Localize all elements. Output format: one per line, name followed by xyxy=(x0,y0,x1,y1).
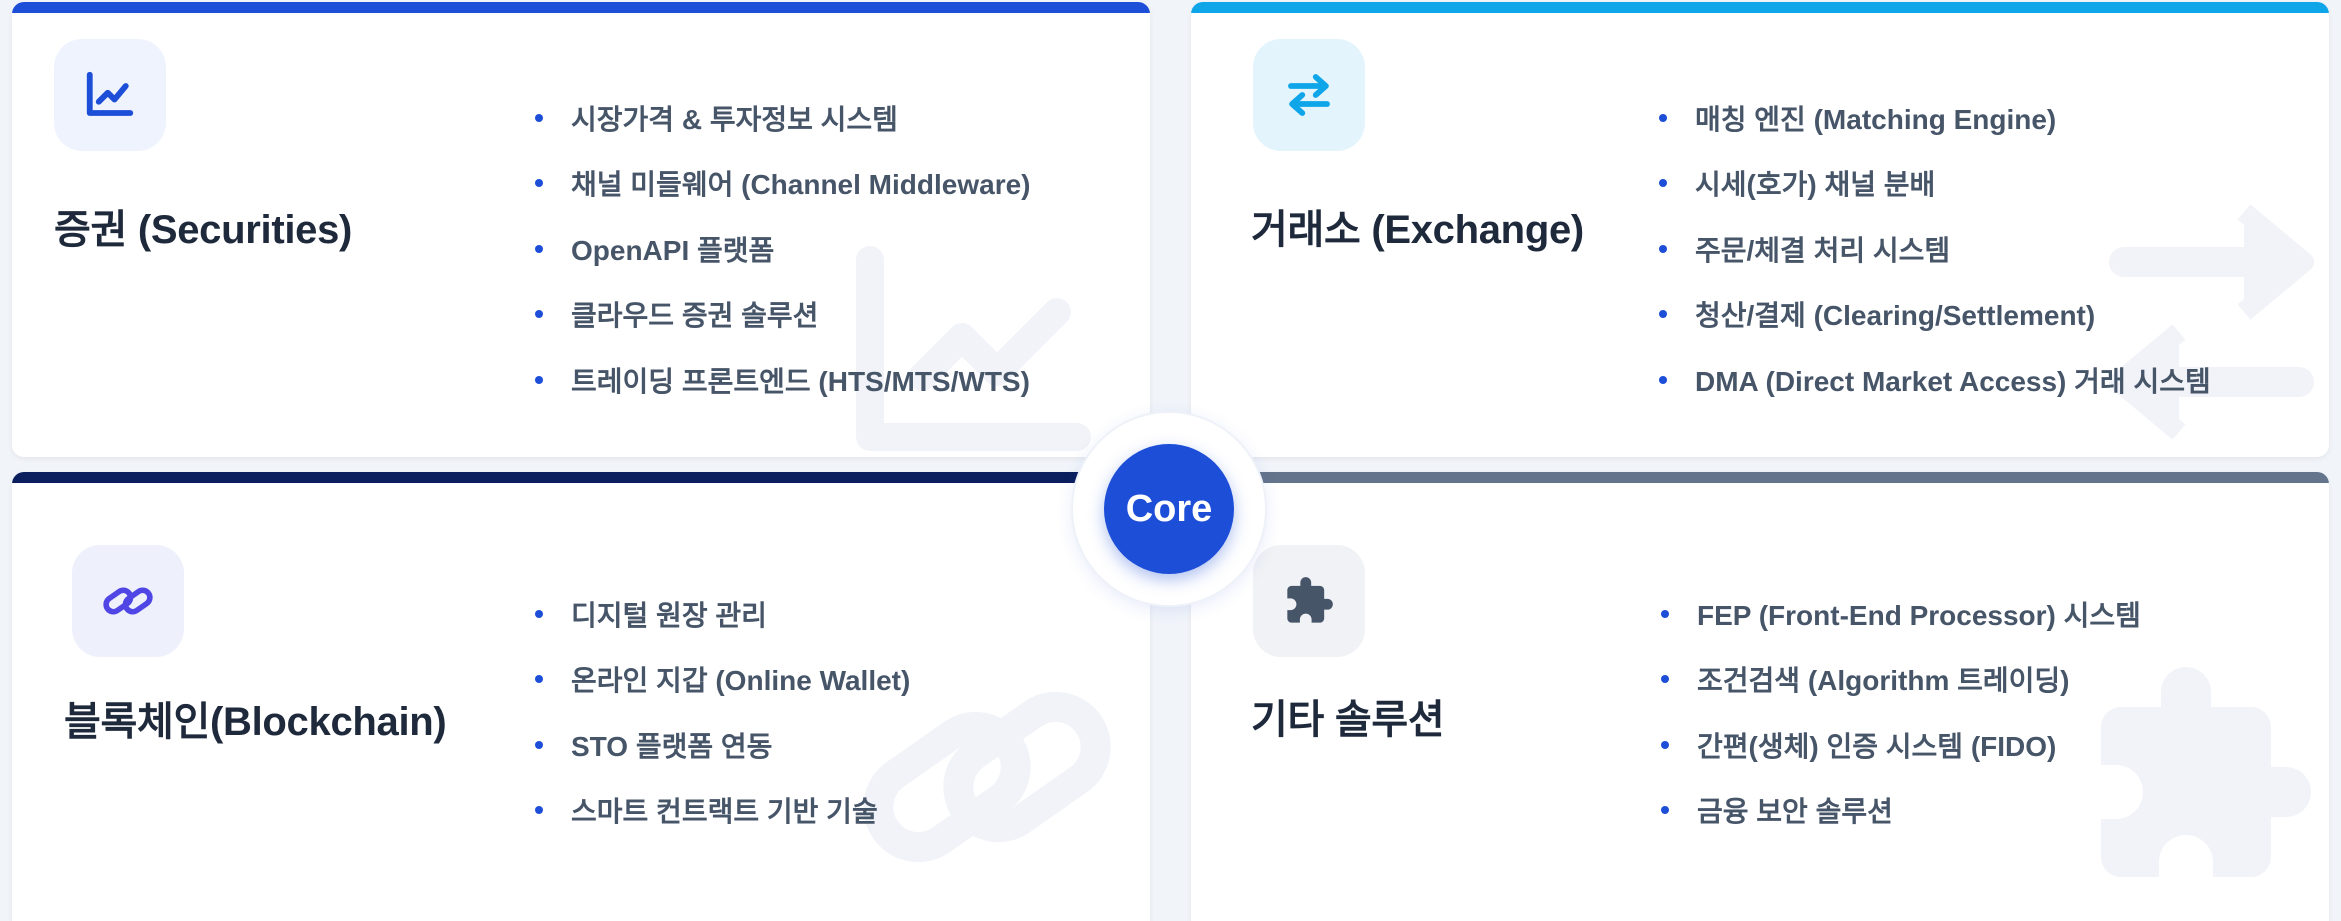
other-accent-bar xyxy=(1191,472,2329,483)
blockchain-list: 디지털 원장 관리 온라인 지갑 (Online Wallet) STO 플랫폼… xyxy=(535,581,910,843)
list-item: 청산/결제 (Clearing/Settlement) xyxy=(1659,282,2211,348)
list-item: OpenAPI 플랫폼 xyxy=(535,216,1031,282)
securities-title: 증권 (Securities) xyxy=(54,208,353,252)
securities-accent-bar xyxy=(12,2,1150,13)
list-item: DMA (Direct Market Access) 거래 시스템 xyxy=(1659,347,2211,413)
list-item: 트레이딩 프론트엔드 (HTS/MTS/WTS) xyxy=(535,347,1031,413)
core-badge: Core xyxy=(1104,444,1234,574)
list-item: 클라우드 증권 솔루션 xyxy=(535,282,1031,348)
link-icon xyxy=(103,587,153,615)
list-item: 조건검색 (Algorithm 트레이딩) xyxy=(1661,647,2141,713)
list-item: 온라인 지갑 (Online Wallet) xyxy=(535,647,910,713)
list-item: 간편(생체) 인증 시스템 (FIDO) xyxy=(1661,712,2141,778)
securities-list: 시장가격 & 투자정보 시스템 채널 미들웨어 (Channel Middlew… xyxy=(535,85,1031,413)
list-item: 시세(호가) 채널 분배 xyxy=(1659,151,2211,217)
list-item: FEP (Front-End Processor) 시스템 xyxy=(1661,581,2141,647)
list-item: 금융 보안 솔루션 xyxy=(1661,778,2141,844)
blockchain-card: 블록체인(Blockchain) 디지털 원장 관리 온라인 지갑 (Onlin… xyxy=(12,472,1150,921)
list-item: 디지털 원장 관리 xyxy=(535,581,910,647)
blockchain-icon-box xyxy=(72,545,184,657)
other-title: 기타 솔루션 xyxy=(1251,698,1445,742)
exchange-title: 거래소 (Exchange) xyxy=(1251,208,1584,252)
exchange-icon-box xyxy=(1253,39,1365,151)
list-item: 매칭 엔진 (Matching Engine) xyxy=(1659,85,2211,151)
core-badge-ring: Core xyxy=(1073,413,1265,605)
securities-card: 증권 (Securities) 시장가격 & 투자정보 시스템 채널 미들웨어 … xyxy=(12,2,1150,457)
chart-line-icon xyxy=(86,71,134,116)
blockchain-accent-bar xyxy=(12,472,1150,483)
securities-icon-box xyxy=(54,39,166,151)
list-item: 시장가격 & 투자정보 시스템 xyxy=(535,85,1031,151)
puzzle-icon xyxy=(1287,577,1333,623)
exchange-card: 거래소 (Exchange) 매칭 엔진 (Matching Engine) 시… xyxy=(1191,2,2329,457)
other-list: FEP (Front-End Processor) 시스템 조건검색 (Algo… xyxy=(1661,581,2141,843)
list-item: 스마트 컨트랙트 기반 기술 xyxy=(535,778,910,844)
list-item: STO 플랫폼 연동 xyxy=(535,712,910,778)
exchange-accent-bar xyxy=(1191,2,2329,13)
exchange-arrows-icon xyxy=(1288,74,1330,116)
exchange-list: 매칭 엔진 (Matching Engine) 시세(호가) 채널 분배 주문/… xyxy=(1659,85,2211,413)
blockchain-title: 블록체인(Blockchain) xyxy=(64,700,447,744)
list-item: 주문/체결 처리 시스템 xyxy=(1659,216,2211,282)
list-item: 채널 미들웨어 (Channel Middleware) xyxy=(535,151,1031,217)
other-solutions-card: 기타 솔루션 FEP (Front-End Processor) 시스템 조건검… xyxy=(1191,472,2329,921)
core-label: Core xyxy=(1125,487,1213,530)
other-icon-box xyxy=(1253,545,1365,657)
